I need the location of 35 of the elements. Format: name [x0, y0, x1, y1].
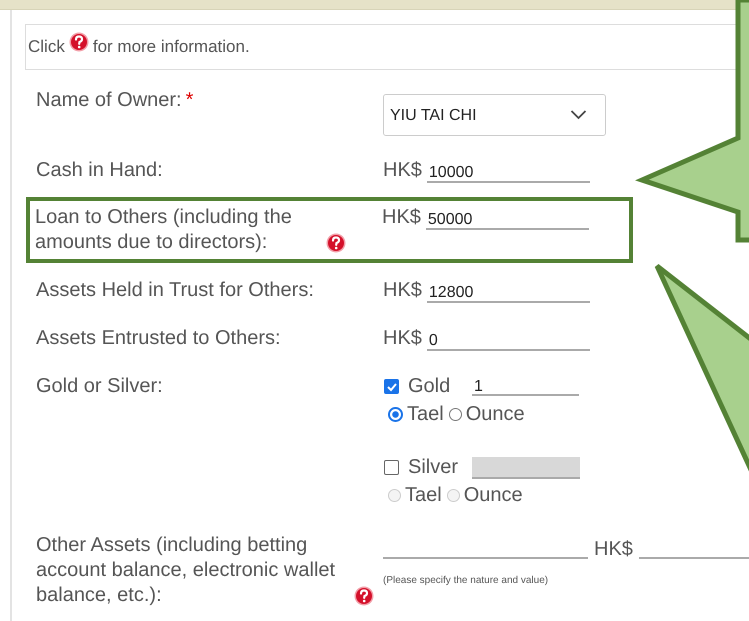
checkbox-label: Silver: [408, 455, 460, 480]
radio-button[interactable]: [448, 408, 462, 421]
info-text: for more information.: [92, 37, 250, 57]
dropdown[interactable]: YIU TAI CHI: [383, 94, 606, 136]
input-field[interactable]: 10000: [426, 158, 590, 183]
field-label: Other Assets (including betting account balance, electronic wallet balance, etc.):: [36, 533, 336, 608]
radio-label: Ounce: [464, 483, 523, 508]
currency-label: HK$: [594, 537, 633, 562]
help-icon[interactable]: [68, 32, 89, 52]
radio-label: Tael: [405, 483, 442, 508]
radio-button[interactable]: [388, 407, 403, 422]
chevron-icon: [570, 110, 587, 120]
radio-label: Tael: [407, 402, 444, 427]
input-field[interactable]: 12800: [426, 278, 590, 303]
input-field[interactable]: 0: [426, 326, 590, 351]
field-label: Cash in Hand:: [36, 158, 163, 183]
field-label: Assets Entrusted to Others:: [36, 326, 281, 351]
field-label: Loan to Others (including the amounts due to directors):: [35, 205, 293, 255]
checkbox[interactable]: [384, 379, 399, 394]
input-field[interactable]: 50000: [426, 205, 589, 230]
help-icon[interactable]: [326, 233, 346, 253]
currency-label: HK$: [383, 326, 422, 351]
checkbox-label: Gold: [408, 374, 452, 399]
help-icon[interactable]: [354, 586, 374, 606]
field-label: Gold or Silver:: [36, 374, 163, 399]
info-text: Click: [28, 37, 65, 57]
currency-label: HK$: [383, 278, 422, 303]
input-field[interactable]: 1: [472, 374, 579, 396]
field-label: Assets Held in Trust for Others:: [36, 278, 314, 303]
radio-label: Ounce: [466, 402, 525, 427]
field-label: Name of Owner:: [36, 88, 182, 113]
currency-label: HK$: [382, 205, 421, 230]
required-mark: *: [186, 88, 194, 113]
currency-label: HK$: [383, 158, 422, 183]
hint-text: (Please specify the nature and value): [383, 574, 550, 588]
